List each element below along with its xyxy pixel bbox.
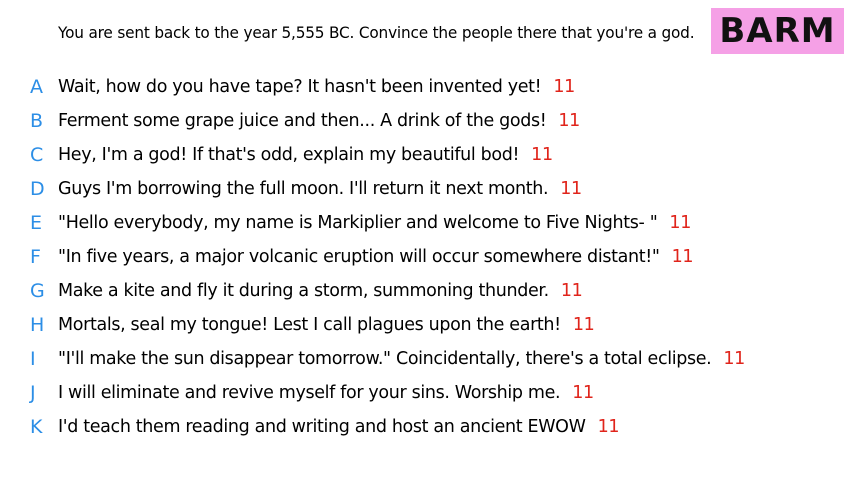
- response-text-wrap: "Hello everybody, my name is Markiplier …: [58, 213, 691, 233]
- response-text-wrap: Mortals, seal my tongue! Lest I call pla…: [58, 315, 595, 335]
- response-text: Ferment some grape juice and then... A d…: [58, 111, 547, 131]
- game-badge: BARM: [711, 8, 844, 54]
- response-text-wrap: "I'll make the sun disappear tomorrow." …: [58, 349, 745, 369]
- response-text-wrap: I will eliminate and revive myself for y…: [58, 383, 594, 403]
- response-text-wrap: I'd teach them reading and writing and h…: [58, 417, 619, 437]
- response-count: 11: [597, 417, 620, 437]
- response-count: 11: [671, 247, 694, 267]
- response-text: Wait, how do you have tape? It hasn't be…: [58, 77, 542, 97]
- response-text: Hey, I'm a god! If that's odd, explain m…: [58, 145, 520, 165]
- response-text: "I'll make the sun disappear tomorrow." …: [58, 349, 712, 369]
- response-letter: I: [30, 348, 36, 370]
- response-count: 11: [560, 281, 583, 301]
- response-text-wrap: "In five years, a major volcanic eruptio…: [58, 247, 694, 267]
- response-letter: B: [30, 110, 44, 132]
- response-letter: E: [30, 212, 43, 234]
- response-text: I will eliminate and revive myself for y…: [58, 383, 561, 403]
- response-count: 11: [723, 349, 745, 369]
- response-count: 11: [572, 315, 595, 335]
- response-text-wrap: Make a kite and fly it during a storm, s…: [58, 281, 583, 301]
- response-count: 11: [669, 213, 691, 233]
- response-count: 11: [560, 179, 582, 199]
- response-text: "Hello everybody, my name is Markiplier …: [58, 213, 658, 233]
- response-letter: G: [30, 280, 45, 302]
- response-text: I'd teach them reading and writing and h…: [58, 417, 586, 437]
- response-text-wrap: Ferment some grape juice and then... A d…: [58, 111, 580, 131]
- response-count: 11: [531, 145, 553, 165]
- response-letter: J: [30, 382, 36, 404]
- response-text: Make a kite and fly it during a storm, s…: [58, 281, 549, 301]
- response-text: "In five years, a major volcanic eruptio…: [58, 247, 660, 267]
- response-letter: F: [30, 246, 41, 268]
- response-letter: H: [30, 314, 45, 336]
- response-letter: D: [30, 178, 45, 200]
- response-text-wrap: Guys I'm borrowing the full moon. I'll r…: [58, 179, 582, 199]
- response-letter: A: [30, 76, 43, 98]
- response-count: 11: [558, 111, 580, 131]
- response-count: 11: [572, 383, 594, 403]
- response-count: 11: [553, 77, 575, 97]
- response-text: Mortals, seal my tongue! Lest I call pla…: [58, 315, 561, 335]
- response-text: Guys I'm borrowing the full moon. I'll r…: [58, 179, 549, 199]
- response-text-wrap: Hey, I'm a god! If that's odd, explain m…: [58, 145, 553, 165]
- response-text-wrap: Wait, how do you have tape? It hasn't be…: [58, 77, 575, 97]
- response-letter: K: [30, 416, 43, 438]
- response-letter: C: [30, 144, 44, 166]
- prompt-text: You are sent back to the year 5,555 BC. …: [58, 23, 695, 42]
